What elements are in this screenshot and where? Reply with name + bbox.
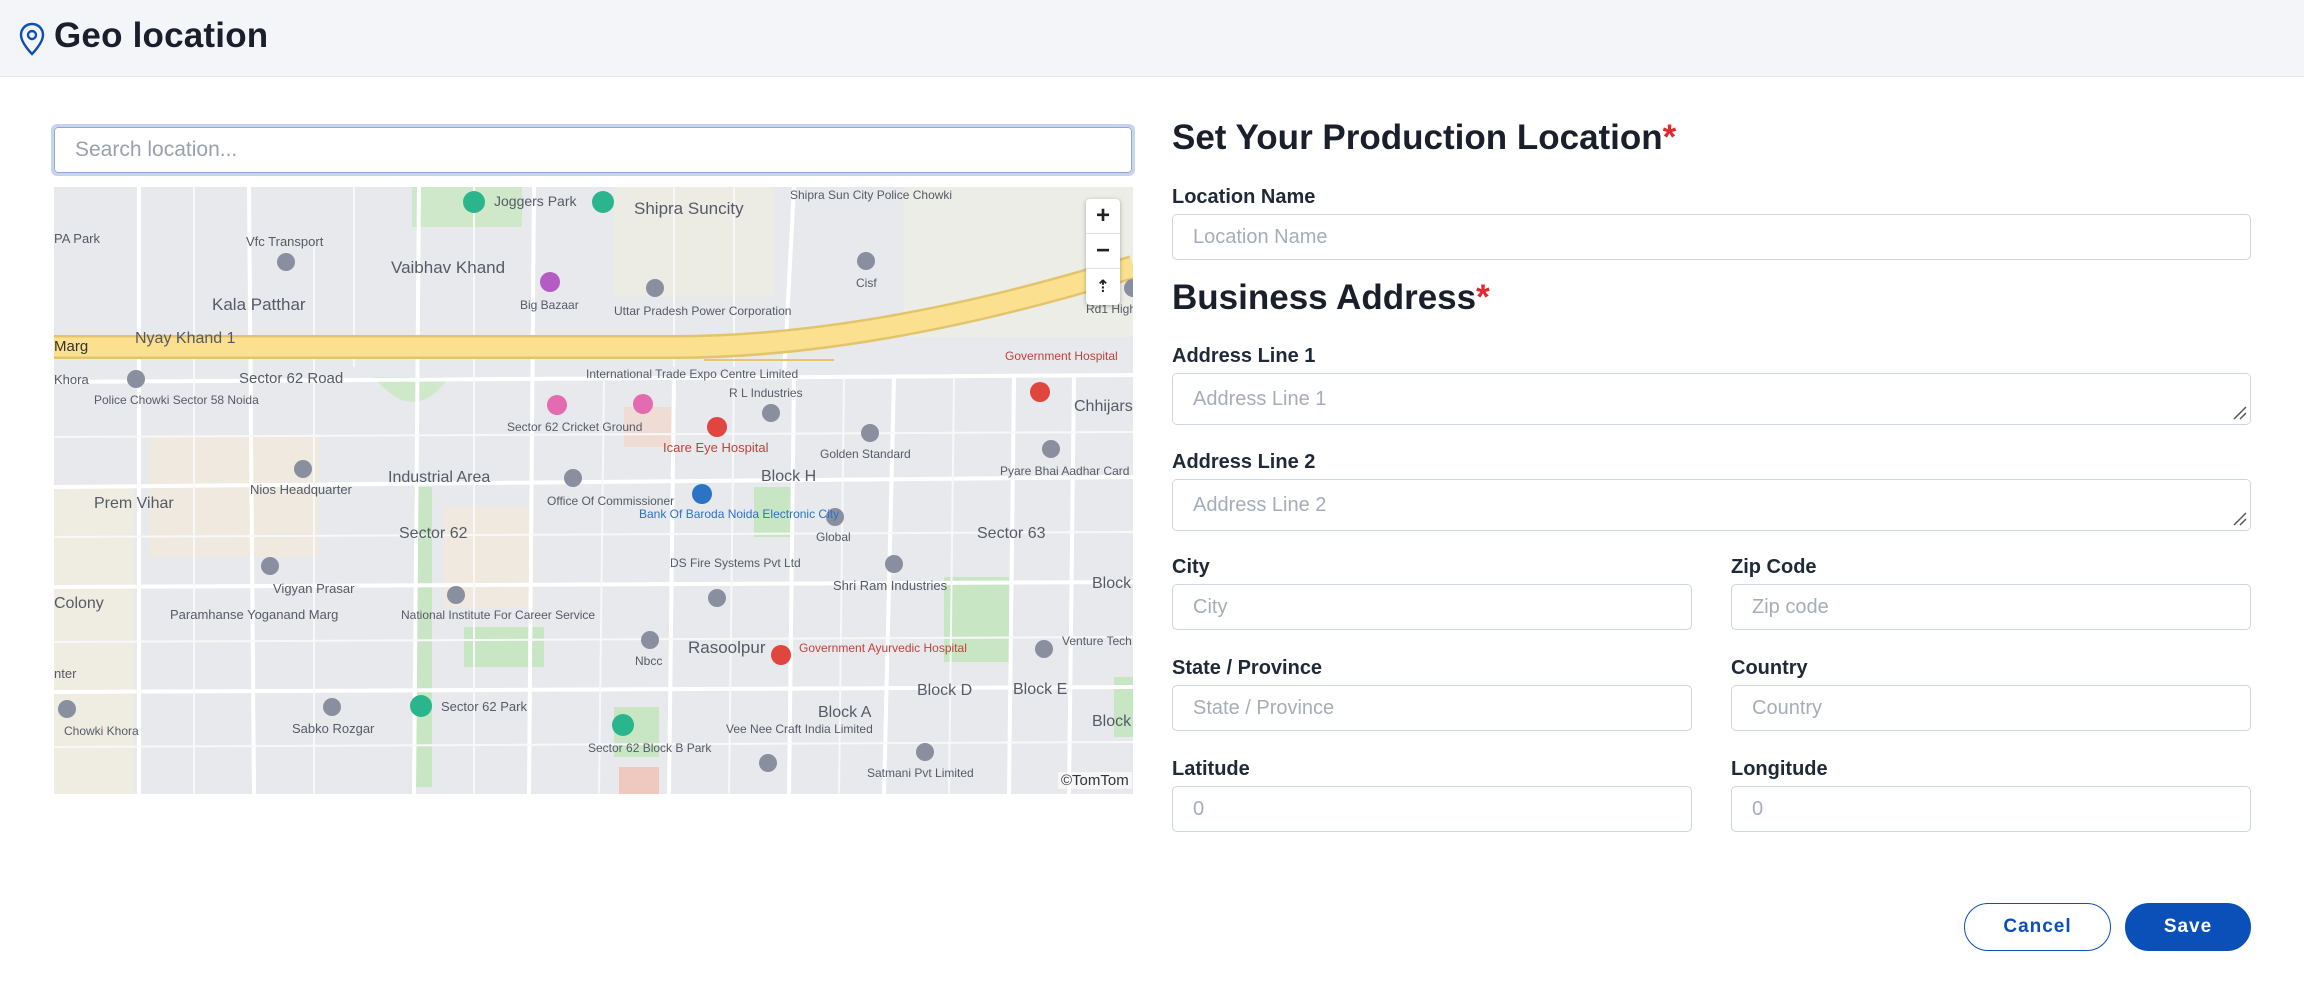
map-label: Vfc Transport	[246, 234, 324, 249]
country-label: Country	[1731, 657, 1808, 679]
map-label: Nbcc	[635, 654, 662, 668]
map-label: Big Bazaar	[520, 298, 579, 312]
map-label: Block J	[1092, 575, 1133, 592]
latitude-input[interactable]	[1172, 786, 1692, 832]
map-label: Block E	[1013, 681, 1067, 698]
map-label: Satmani Pvt Limited	[867, 766, 974, 780]
resize-grip-icon[interactable]	[2230, 509, 2248, 527]
map-label: Police Chowki Sector 58 Noida	[94, 393, 259, 407]
address-line-2-label: Address Line 2	[1172, 451, 1316, 473]
map-label: Sector 62 Cricket Ground	[507, 420, 642, 434]
map-label: Pyare Bhai Aadhar Card Bale	[1000, 464, 1133, 478]
search-box[interactable]	[51, 124, 1135, 176]
zip-code-input[interactable]	[1731, 584, 2251, 630]
map-label: Icare Eye Hospital	[663, 440, 769, 455]
save-button[interactable]: Save	[2125, 903, 2251, 951]
section-title-address: Business Address*	[1172, 278, 1490, 317]
map-label: Sector 62	[399, 525, 468, 542]
map-label: Uttar Pradesh Power Corporation	[614, 304, 791, 318]
map-label: Vee Nee Craft India Limited	[726, 722, 873, 736]
map-label: Colony	[54, 595, 104, 612]
map-label: Bank Of Baroda Noida Electronic City	[639, 507, 839, 521]
map-label: Sabko Rozgar	[292, 721, 375, 736]
map-label: Cisf	[856, 276, 877, 290]
page-title: Geo location	[54, 16, 269, 55]
latitude-label: Latitude	[1172, 758, 1250, 780]
map-label: Sector 62 Road	[239, 370, 343, 387]
state-label: State / Province	[1172, 657, 1323, 679]
city-label: City	[1172, 556, 1210, 578]
map-label: Industrial Area	[388, 469, 490, 486]
map-label: Block F	[1092, 713, 1133, 730]
map-attribution[interactable]: ©TomTom	[1058, 772, 1132, 789]
map-label: International Trade Expo Centre Limited	[586, 367, 798, 381]
required-asterisk: *	[1662, 118, 1677, 157]
cancel-button[interactable]: Cancel	[1964, 903, 2111, 951]
map-label: Joggers Park	[494, 193, 577, 209]
map-label: Vigyan Prasar	[273, 581, 355, 596]
longitude-label: Longitude	[1731, 758, 1828, 780]
address-line-1-label: Address Line 1	[1172, 345, 1316, 367]
map-label: Nios Headquarter	[250, 482, 353, 497]
map-canvas[interactable]: Joggers Park Shipra Suncity Shipra Sun C…	[54, 187, 1133, 794]
map-label: Sector 62 Park	[441, 699, 527, 714]
map-label: Venture Tech Solutions	[1062, 634, 1133, 648]
country-input[interactable]	[1731, 685, 2251, 731]
zoom-in-button[interactable]: +	[1086, 199, 1120, 234]
map-label: Sector 62 Block B Park	[588, 741, 712, 755]
longitude-input[interactable]	[1731, 786, 2251, 832]
location-name-input[interactable]	[1172, 214, 2251, 260]
map-label: Golden Standard	[820, 447, 911, 461]
map-label: National Institute For Career Service	[401, 608, 595, 622]
map-label: Global	[816, 530, 851, 544]
search-location-input[interactable]	[54, 127, 1132, 173]
map-label: DS Fire Systems Pvt Ltd	[670, 556, 801, 570]
zoom-out-button[interactable]: −	[1086, 234, 1120, 269]
required-asterisk: *	[1476, 278, 1490, 317]
state-input[interactable]	[1172, 685, 1692, 731]
map-label: Office Of Commissioner	[547, 494, 674, 508]
map-label: Government Ayurvedic Hospital	[799, 641, 967, 655]
map-zoom-controls[interactable]: + − ⇡	[1086, 199, 1120, 305]
map-label: Shipra Suncity	[634, 199, 744, 218]
map-label: Shipra Sun City Police Chowki	[790, 188, 952, 202]
map-label: Rasoolpur	[688, 638, 766, 657]
address-line-2-input[interactable]	[1172, 479, 2251, 531]
map-label: Marg	[54, 338, 88, 355]
map-label: PA Park	[54, 231, 101, 246]
map-label: Kala Patthar	[212, 295, 306, 314]
map-label: Chowki Khora	[64, 724, 139, 738]
zip-code-label: Zip Code	[1731, 556, 1817, 578]
location-form: Set Your Production Location* Location N…	[1172, 0, 2252, 996]
map-label: Block A	[818, 704, 872, 721]
map-label: Khora	[54, 372, 89, 387]
map-label: Shri Ram Industries	[833, 578, 948, 593]
reset-north-button[interactable]: ⇡	[1086, 269, 1120, 304]
map-label: nter	[54, 666, 77, 681]
map-label: Paramhanse Yoganand Marg	[170, 607, 338, 622]
map-label: Block H	[761, 468, 816, 485]
map-pin-icon	[19, 22, 45, 56]
map-label: Vaibhav Khand	[391, 258, 505, 277]
map-label: Sector 63	[977, 525, 1046, 542]
resize-grip-icon[interactable]	[2230, 403, 2248, 421]
map-label: Block D	[917, 682, 972, 699]
map-label: Government Hospital	[1005, 349, 1118, 363]
map-view[interactable]: Joggers Park Shipra Suncity Shipra Sun C…	[54, 187, 1133, 794]
map-label: Prem Vihar	[94, 495, 174, 512]
location-name-label: Location Name	[1172, 186, 1316, 208]
section-title-location: Set Your Production Location*	[1172, 118, 1677, 157]
city-input[interactable]	[1172, 584, 1692, 630]
map-label: R L Industries	[729, 386, 803, 400]
map-label: Nyay Khand 1	[135, 330, 236, 347]
address-line-1-input[interactable]	[1172, 373, 2251, 425]
map-label: Chhijarsi	[1074, 398, 1133, 415]
